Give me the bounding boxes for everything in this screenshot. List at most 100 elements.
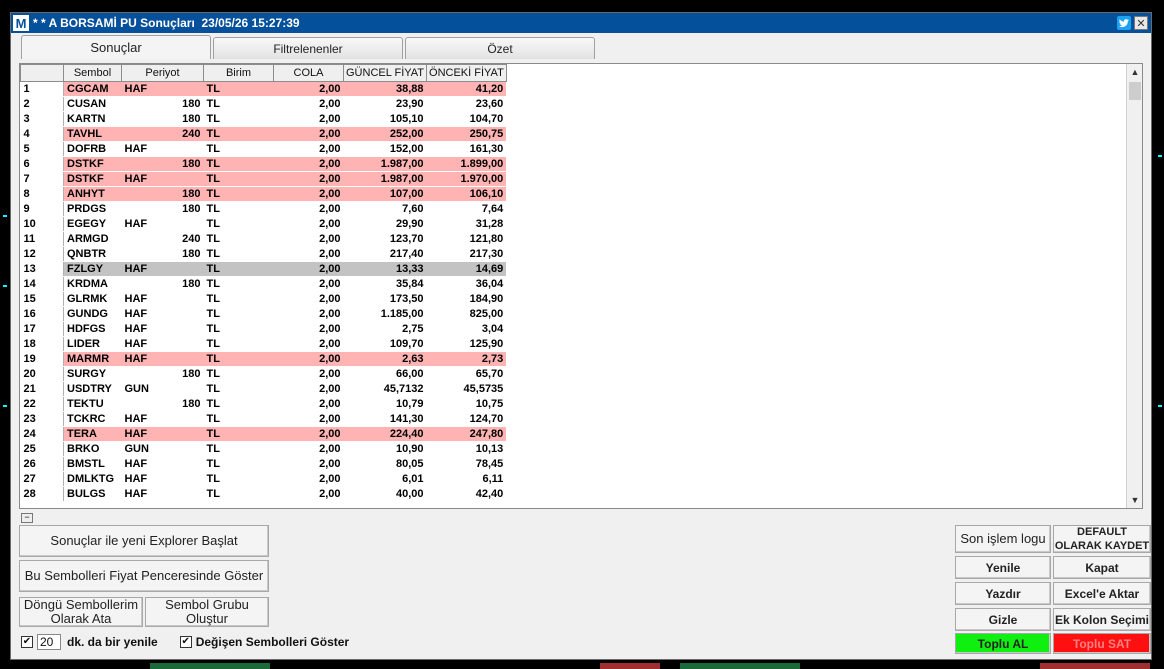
table-row[interactable]: 27 DMLKTG HAF TL 2,00 6,01 6,11 [20,471,507,487]
table-header-row: Sembol Periyot Birim COLA GÜNCEL FİYAT Ö… [20,64,507,82]
cell-current-price: 1.987,00 [343,156,427,172]
table-row[interactable]: 5 DOFRB HAF TL 2,00 152,00 161,30 [20,141,507,157]
cell-rowno: 26 [20,456,64,472]
refresh-minutes-input[interactable]: 20 [37,634,61,650]
col-header-symbol[interactable]: Sembol [63,64,122,82]
background-mark [3,215,7,217]
last-operation-log-button[interactable]: Son işlem logu [955,525,1051,553]
cell-period: HAF [121,171,204,187]
cell-period: HAF [121,426,204,442]
col-header-period[interactable]: Periyot [121,64,204,82]
cell-cola: 2,00 [273,321,344,337]
scroll-down-icon[interactable]: ▼ [1127,492,1142,508]
cell-cola: 2,00 [273,486,344,502]
tab-filtered[interactable]: Filtrelenenler [213,37,403,59]
cell-unit: TL [203,426,274,442]
vertical-scrollbar[interactable]: ▲ ▼ [1126,64,1142,508]
hide-button[interactable]: Gizle [955,608,1051,631]
collapse-icon[interactable]: − [21,513,33,523]
table-row[interactable]: 14 KRDMA 180 TL 2,00 35,84 36,04 [20,276,507,292]
col-header-current-price[interactable]: GÜNCEL FİYAT [342,64,428,82]
table-row[interactable]: 11 ARMGD 240 TL 2,00 123,70 121,80 [20,231,507,247]
table-row[interactable]: 2 CUSAN 180 TL 2,00 23,90 23,60 [20,96,507,112]
table-row[interactable]: 13 FZLGY HAF TL 2,00 13,33 14,69 [20,261,507,277]
cell-unit: TL [203,306,274,322]
cell-unit: TL [203,186,274,202]
table-row[interactable]: 9 PRDGS 180 TL 2,00 7,60 7,64 [20,201,507,217]
start-explorer-button[interactable]: Sonuçlar ile yeni Explorer Başlat [19,525,269,557]
table-row[interactable]: 17 HDFGS HAF TL 2,00 2,75 3,04 [20,321,507,337]
cell-unit: TL [203,396,274,412]
scroll-up-icon[interactable]: ▲ [1127,64,1142,80]
cell-symbol: GLRMK [63,291,122,307]
table-row[interactable]: 28 BULGS HAF TL 2,00 40,00 42,40 [20,486,507,502]
extra-columns-button[interactable]: Ek Kolon Seçimi [1053,608,1151,631]
cell-cola: 2,00 [273,96,344,112]
auto-refresh-checkbox[interactable]: ✔ [21,636,33,648]
cell-current-price: 1.987,00 [343,171,427,187]
cell-period: HAF [121,321,204,337]
table-row[interactable]: 7 DSTKF HAF TL 2,00 1.987,00 1.970,00 [20,171,507,187]
cell-period: GUN [121,381,204,397]
table-row[interactable]: 26 BMSTL HAF TL 2,00 80,05 78,45 [20,456,507,472]
twitter-icon[interactable] [1117,16,1131,30]
save-default-button[interactable]: DEFAULT OLARAK KAYDET [1053,525,1151,553]
export-excel-button[interactable]: Excel'e Aktar [1053,582,1151,605]
table-row[interactable]: 10 EGEGY HAF TL 2,00 29,90 31,28 [20,216,507,232]
refresh-button[interactable]: Yenile [955,556,1051,579]
close-button[interactable]: Kapat [1053,556,1151,579]
cell-rowno: 4 [20,126,64,142]
close-window-icon[interactable]: ✕ [1134,16,1148,30]
table-row[interactable]: 20 SURGY 180 TL 2,00 66,00 65,70 [20,366,507,382]
print-button[interactable]: Yazdır [955,582,1051,605]
table-row[interactable]: 24 TERA HAF TL 2,00 224,40 247,80 [20,426,507,442]
cell-symbol: TAVHL [63,126,122,142]
table-row[interactable]: 8 ANHYT 180 TL 2,00 107,00 106,10 [20,186,507,202]
table-row[interactable]: 23 TCKRC HAF TL 2,00 141,30 124,70 [20,411,507,427]
cell-current-price: 107,00 [343,186,427,202]
cell-period: 240 [121,126,204,142]
table-row[interactable]: 22 TEKTU 180 TL 2,00 10,79 10,75 [20,396,507,412]
table-row[interactable]: 15 GLRMK HAF TL 2,00 173,50 184,90 [20,291,507,307]
col-header-previous-price[interactable]: ÖNCEKİ FİYAT [426,64,507,82]
table-row[interactable]: 1 CGCAM HAF TL 2,00 38,88 41,20 [20,81,507,97]
cell-symbol: KRDMA [63,276,122,292]
table-row[interactable]: 21 USDTRY GUN TL 2,00 45,7132 45,5735 [20,381,507,397]
table-row[interactable]: 19 MARMR HAF TL 2,00 2,63 2,73 [20,351,507,367]
results-grid[interactable]: Sembol Periyot Birim COLA GÜNCEL FİYAT Ö… [19,63,1143,509]
col-header-rowno[interactable] [20,64,64,82]
table-row[interactable]: 12 QNBTR 180 TL 2,00 217,40 217,30 [20,246,507,262]
cell-previous-price: 161,30 [426,141,507,157]
cell-cola: 2,00 [273,126,344,142]
cell-symbol: KARTN [63,111,122,127]
table-row[interactable]: 16 GUNDG HAF TL 2,00 1.185,00 825,00 [20,306,507,322]
show-in-price-window-button[interactable]: Bu Sembolleri Fiyat Penceresinde Göster [19,560,269,592]
table-row[interactable]: 18 LIDER HAF TL 2,00 109,70 125,90 [20,336,507,352]
tab-summary[interactable]: Özet [405,37,595,59]
ticker-strip [0,661,1164,669]
col-header-cola[interactable]: COLA [273,64,344,82]
create-symbol-group-button[interactable]: Sembol Grubu Oluştur [145,597,269,627]
table-row[interactable]: 3 KARTN 180 TL 2,00 105,10 104,70 [20,111,507,127]
col-header-unit[interactable]: Birim [203,64,274,82]
cell-period: HAF [121,261,204,277]
set-loop-symbols-button[interactable]: Döngü Sembollerim Olarak Ata [19,597,143,627]
cell-unit: TL [203,291,274,307]
cell-current-price: 35,84 [343,276,427,292]
cell-period: 180 [121,201,204,217]
cell-cola: 2,00 [273,201,344,217]
table-row[interactable]: 25 BRKO GUN TL 2,00 10,90 10,13 [20,441,507,457]
scroll-thumb[interactable] [1129,82,1141,100]
bulk-sell-button[interactable]: Toplu SAT [1053,633,1151,654]
cell-current-price: 29,90 [343,216,427,232]
show-changed-checkbox[interactable]: ✔ [179,636,192,648]
cell-unit: TL [203,96,274,112]
bulk-buy-button[interactable]: Toplu AL [955,633,1051,654]
table-row[interactable]: 6 DSTKF 180 TL 2,00 1.987,00 1.899,00 [20,156,507,172]
table-row[interactable]: 4 TAVHL 240 TL 2,00 252,00 250,75 [20,126,507,142]
title-bar[interactable]: M * * A BORSAMİ PU Sonuçları 23/05/26 15… [11,13,1151,33]
cell-rowno: 1 [20,81,64,97]
cell-unit: TL [203,201,274,217]
tab-results[interactable]: Sonuçlar [21,35,211,59]
cell-previous-price: 78,45 [426,456,507,472]
